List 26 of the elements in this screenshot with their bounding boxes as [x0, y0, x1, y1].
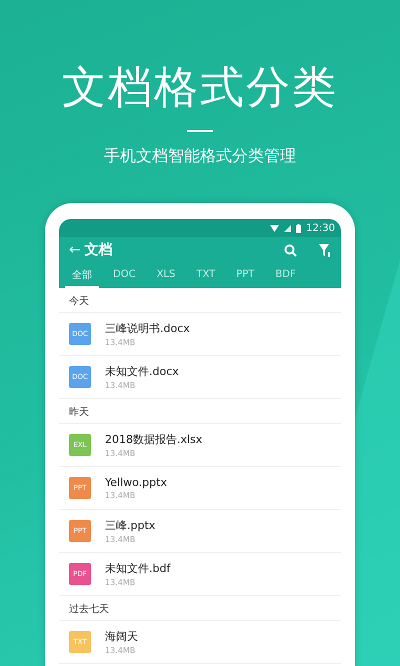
- file-size: 13.4MB: [105, 491, 136, 500]
- file-size: 13.4MB: [105, 535, 136, 544]
- file-name: 未知文件.bdf: [105, 561, 170, 576]
- file-size: 13.4MB: [105, 449, 136, 458]
- file-name: 未知文件.docx: [105, 364, 179, 379]
- file-name: 2018数据报告.xlsx: [105, 432, 202, 447]
- filter-icon[interactable]: [319, 244, 331, 256]
- file-name: Yellwo.pptx: [105, 476, 167, 489]
- file-name: 三峰.pptx: [105, 518, 156, 533]
- file-size: 13.4MB: [105, 578, 136, 587]
- file-size: 13.4MB: [105, 338, 136, 347]
- status-time: 12:30: [306, 222, 335, 234]
- file-name: 三峰说明书.docx: [105, 321, 190, 336]
- file-size: 13.4MB: [105, 646, 136, 655]
- section-header: 昨天: [59, 399, 341, 424]
- file-size: 13.4MB: [105, 381, 136, 390]
- battery-icon: [296, 224, 302, 232]
- file-name: 海阔天: [105, 629, 138, 644]
- signal-icon: [284, 224, 292, 232]
- search-icon[interactable]: [284, 244, 297, 256]
- section-header: 过去七天: [59, 596, 341, 621]
- headline: 文档格式分类: [62, 61, 338, 115]
- wifi-icon: [270, 224, 280, 232]
- section-header: 今天: [59, 288, 341, 313]
- page-title: 文档: [84, 241, 114, 259]
- subtitle: 手机文档智能格式分类管理: [104, 146, 296, 167]
